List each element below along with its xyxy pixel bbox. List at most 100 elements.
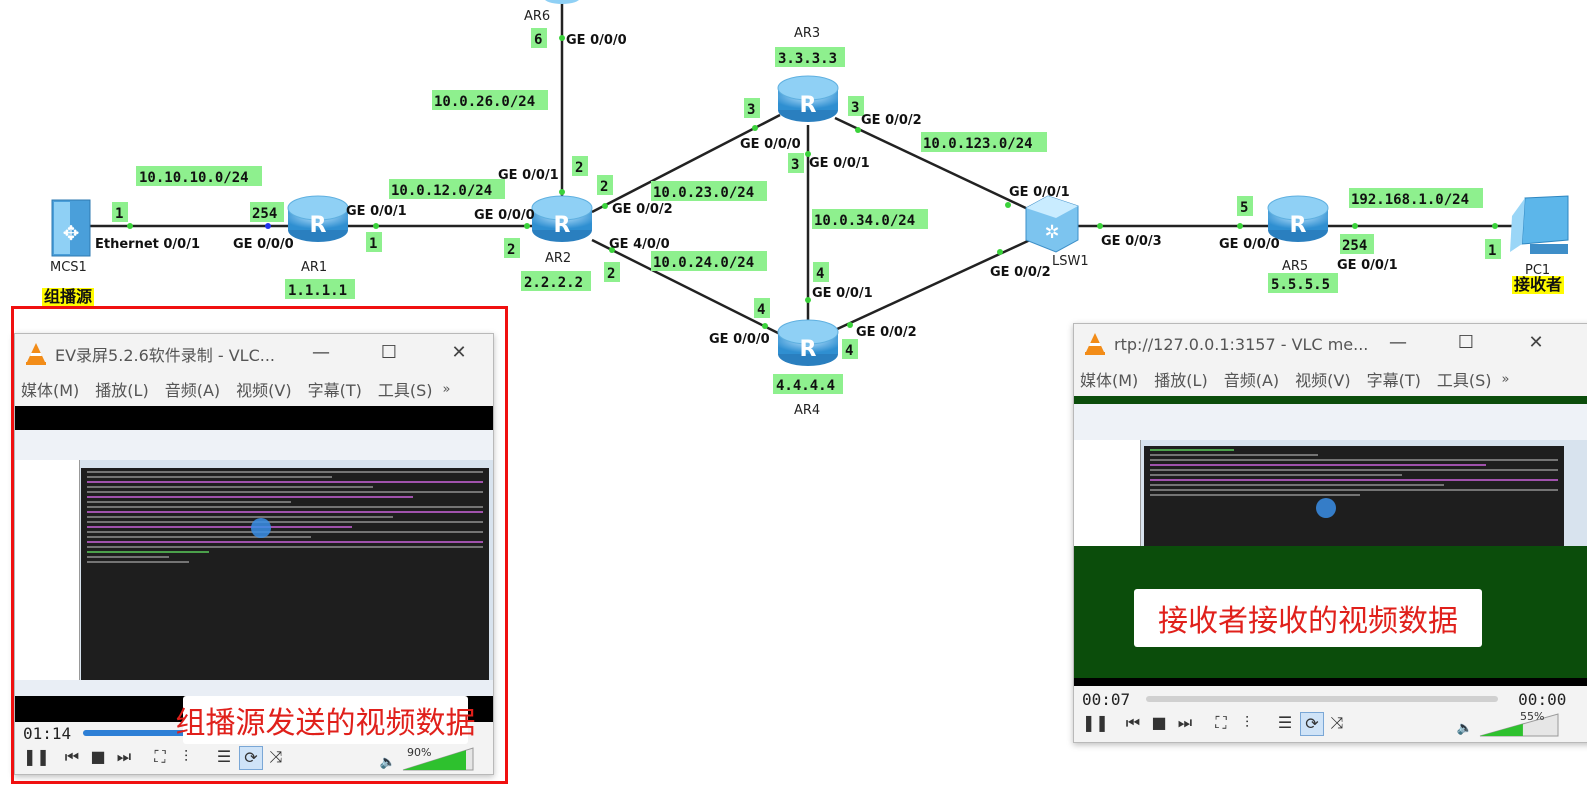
port-label: GE 4/0/0 [609, 237, 670, 252]
net-192-168-1: 192.168.1.0/24 [1351, 192, 1469, 208]
host-id: 3 [791, 157, 799, 173]
port-label: GE 0/0/1 [1009, 185, 1070, 200]
received-desktop [1074, 404, 1587, 546]
host-id: 3 [851, 100, 859, 116]
host-id: 6 [534, 32, 542, 48]
ar3-router-icon[interactable] [777, 75, 839, 123]
net-10-10-10: 10.10.10.0/24 [139, 170, 249, 186]
host-id: 4 [845, 343, 853, 359]
port-label: GE 0/0/2 [861, 113, 922, 128]
pause-icon[interactable]: ❚❚ [1082, 712, 1109, 734]
time-elapsed: 00:07 [1082, 689, 1131, 709]
lsw1-name: LSW1 [1052, 254, 1089, 269]
extended-settings-icon[interactable]: ⫶ [1236, 712, 1258, 734]
host-id: 2 [575, 160, 583, 176]
port-label: GE 0/0/1 [809, 156, 870, 171]
port-label: GE 0/0/2 [856, 325, 917, 340]
port-label: GE 0/0/2 [990, 265, 1051, 280]
ar2-name: AR2 [545, 251, 571, 266]
port-label: GE 0/0/1 [812, 286, 873, 301]
port-label: GE 0/0/0 [233, 237, 294, 252]
net-10-0-123: 10.0.123.0/24 [923, 136, 1033, 152]
host-id: 254 [1342, 238, 1367, 254]
menu-more-icon[interactable]: » [1502, 372, 1510, 387]
net-10-0-26: 10.0.26.0/24 [434, 94, 535, 110]
menu-subtitle[interactable]: 字幕(T) [1367, 367, 1421, 391]
menu-bar: 媒体(M) 播放(L) 音频(A) 视频(V) 字幕(T) 工具(S) » [1074, 364, 1587, 394]
svg-text:✲: ✲ [1044, 222, 1059, 243]
port-label: GE 0/0/0 [566, 33, 627, 48]
ar4-router-id: 4.4.4.4 [776, 378, 835, 394]
net-10-0-34: 10.0.34.0/24 [814, 213, 915, 229]
speaker-icon[interactable]: 🔈 [1454, 718, 1476, 740]
stop-icon[interactable]: ■ [1148, 712, 1170, 734]
net-10-0-12: 10.0.12.0/24 [391, 183, 492, 199]
port-label: GE 0/0/0 [1219, 237, 1280, 252]
ar5-router-icon[interactable] [1267, 195, 1329, 243]
time-total: 00:00 [1518, 689, 1567, 709]
host-id: 254 [252, 206, 277, 222]
menu-video[interactable]: 视频(V) [1295, 367, 1350, 391]
vlc-cone-icon [1085, 333, 1105, 355]
playback-controls: ❚❚ ⏮ ■ ⏭ ⛶ ⫶ ☰ ⟳ ⤨ 🔈 55% [1074, 708, 1587, 742]
ar6-router-icon[interactable] [544, 0, 580, 4]
host-id: 1 [369, 236, 377, 252]
playlist-icon[interactable]: ☰ [1274, 712, 1296, 734]
next-icon[interactable]: ⏭ [1174, 712, 1196, 734]
volume-percent: 55% [1520, 710, 1544, 723]
vlc-window-receiver[interactable]: rtp://127.0.0.1:3157 - VLC me... — ☐ ✕ 媒… [1073, 323, 1587, 743]
seek-bar[interactable] [1146, 696, 1499, 702]
port-label: Ethernet 0/0/1 [95, 237, 200, 252]
host-id: 3 [747, 102, 755, 118]
host-id: 2 [607, 266, 615, 282]
shuffle-icon[interactable]: ⤨ [1326, 712, 1348, 734]
ar5-router-id: 5.5.5.5 [1271, 277, 1330, 293]
host-id: 2 [600, 179, 608, 195]
close-icon[interactable]: ✕ [1524, 332, 1548, 354]
loop-icon[interactable]: ⟳ [1300, 712, 1324, 736]
ar6-name: AR6 [524, 9, 550, 24]
port-label: GE 0/0/3 [1101, 234, 1162, 249]
mcs1-server-icon[interactable]: ✥ [51, 199, 91, 257]
source-tag: 组播源 [42, 287, 95, 306]
ar1-router-id: 1.1.1.1 [288, 283, 347, 299]
pc1-computer-icon[interactable] [1510, 195, 1569, 254]
receiver-video-caption: 接收者接收的视频数据 [1134, 589, 1482, 647]
port-label: GE 0/0/1 [498, 168, 559, 183]
menu-playback[interactable]: 播放(L) [1154, 367, 1207, 391]
ar1-router-icon[interactable] [287, 195, 349, 243]
ar4-name: AR4 [794, 403, 820, 418]
port-label: GE 0/0/2 [612, 202, 673, 217]
window-title: rtp://127.0.0.1:3157 - VLC me... [1114, 334, 1369, 354]
net-10-0-23: 10.0.23.0/24 [653, 185, 754, 201]
title-bar[interactable]: rtp://127.0.0.1:3157 - VLC me... — ☐ ✕ [1074, 324, 1587, 364]
ar2-router-id: 2.2.2.2 [524, 275, 583, 291]
host-id: 4 [757, 302, 765, 318]
net-10-0-24: 10.0.24.0/24 [653, 255, 754, 271]
port-label: GE 0/0/1 [1337, 258, 1398, 273]
host-id: 2 [507, 242, 515, 258]
host-id: 1 [1488, 243, 1496, 259]
svg-text:✥: ✥ [63, 221, 80, 245]
mcs1-name: MCS1 [50, 260, 87, 275]
minimize-icon[interactable]: — [1386, 332, 1410, 354]
menu-media[interactable]: 媒体(M) [1080, 367, 1138, 391]
menu-audio[interactable]: 音频(A) [1224, 367, 1279, 391]
port-label: GE 0/0/0 [709, 332, 770, 347]
host-id: 1 [115, 206, 123, 222]
ar3-router-id: 3.3.3.3 [778, 51, 837, 67]
volume-slider[interactable]: 55% [1478, 710, 1562, 738]
port-label: GE 0/0/1 [346, 204, 407, 219]
ar3-name: AR3 [794, 26, 820, 41]
terminal-thumbnail [1144, 446, 1564, 546]
port-label: GE 0/0/0 [474, 208, 535, 223]
previous-icon[interactable]: ⏮ [1122, 712, 1144, 734]
lsw1-switch-icon[interactable]: ✲ [1025, 195, 1079, 253]
maximize-icon[interactable]: ☐ [1454, 332, 1478, 354]
source-highlight-frame [11, 306, 508, 784]
ar1-name: AR1 [301, 260, 327, 275]
ar4-router-icon[interactable] [777, 319, 839, 367]
menu-tools[interactable]: 工具(S) [1437, 367, 1492, 391]
fullscreen-icon[interactable]: ⛶ [1210, 712, 1232, 734]
ar2-router-icon[interactable] [531, 195, 593, 243]
